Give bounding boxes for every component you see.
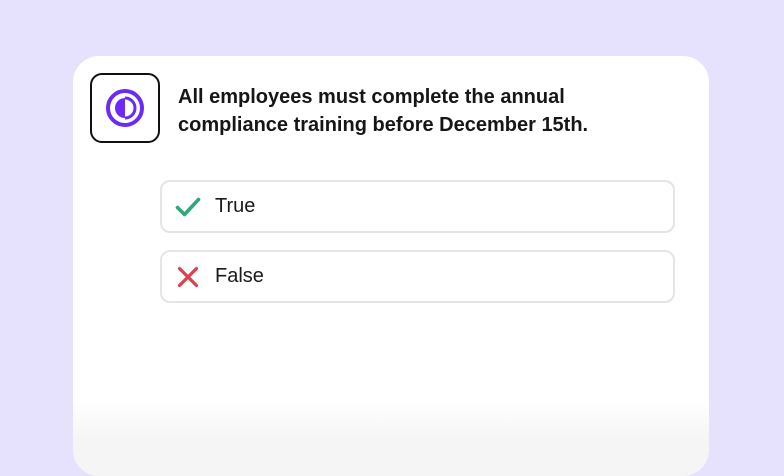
close-icon [174,263,202,291]
contrast-circle-icon [104,87,146,129]
option-true-button[interactable]: True [160,180,675,233]
option-false-button[interactable]: False [160,250,675,303]
app-icon-tile [90,73,160,143]
option-true-label: True [215,195,256,217]
question-text: All employees must complete the annual c… [178,86,589,136]
question-card: All employees must complete the annual c… [73,56,709,476]
option-false-label: False [215,265,264,287]
check-icon [174,193,202,221]
